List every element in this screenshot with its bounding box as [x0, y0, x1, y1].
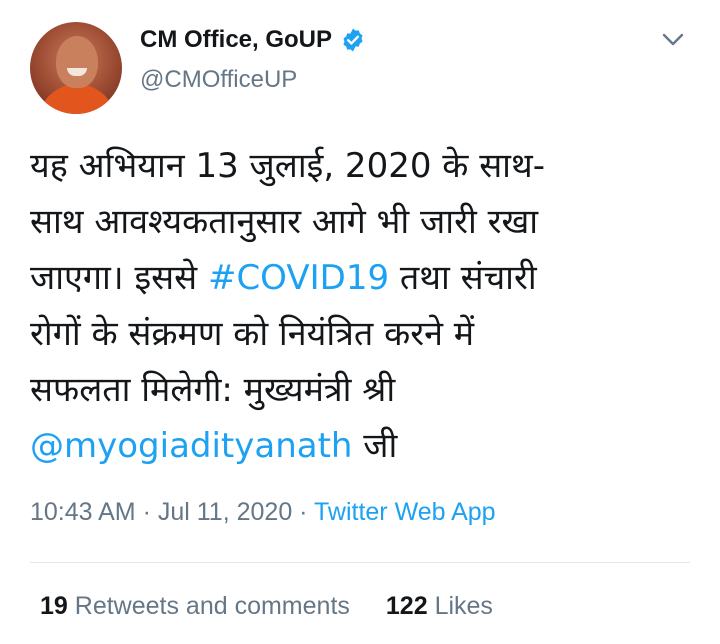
tweet-date[interactable]: Jul 11, 2020: [158, 498, 292, 526]
user-name-row: CM Office, GoUP: [140, 26, 366, 54]
chevron-down-icon[interactable]: [660, 30, 686, 50]
avatar[interactable]: [30, 22, 122, 114]
likes-stat[interactable]: 122 Likes: [386, 592, 493, 621]
mention-link[interactable]: @myogiadityanath: [30, 426, 353, 466]
verified-badge-icon: [340, 27, 366, 53]
tweet-time[interactable]: 10:43 AM: [30, 498, 136, 526]
tweet-text-segment: जी: [352, 426, 398, 466]
retweets-label: Retweets and comments: [74, 592, 350, 620]
retweets-count: 19: [40, 592, 68, 620]
tweet-text-segment: साथ आवश्यकतानुसार आगे भी जारी रखा: [30, 202, 539, 242]
avatar-face: [56, 36, 98, 88]
tweet-text-segment: रोगों के संक्रमण को नियंत्रित करने में: [30, 314, 475, 354]
tweet-line: जाएगा। इससे #COVID19 तथा संचारी: [30, 250, 690, 306]
divider: [30, 562, 690, 563]
meta-separator: ·: [292, 498, 314, 526]
tweet-stats: 19 Retweets and comments 122 Likes: [40, 592, 493, 621]
likes-count: 122: [385, 592, 428, 620]
tweet-text-segment: जाएगा। इससे: [30, 258, 208, 298]
tweet-text-segment: सफलता मिलेगी: मुख्यमंत्री श्री: [30, 370, 396, 410]
tweet-line: यह अभियान 13 जुलाई, 2020 के साथ-: [30, 138, 690, 194]
tweet-line: साथ आवश्यकतानुसार आगे भी जारी रखा: [30, 194, 690, 250]
hashtag-link[interactable]: #COVID19: [208, 258, 389, 298]
display-name[interactable]: CM Office, GoUP: [140, 26, 332, 54]
tweet-text-segment: तथा संचारी: [389, 258, 537, 298]
likes-label: Likes: [434, 592, 493, 620]
tweet-meta: 10:43 AM · Jul 11, 2020 · Twitter Web Ap…: [30, 498, 496, 527]
tweet-source-link[interactable]: Twitter Web App: [314, 498, 496, 526]
tweet-text: यह अभियान 13 जुलाई, 2020 के साथ- साथ आवश…: [30, 138, 690, 474]
tweet-text-segment: यह अभियान 13 जुलाई, 2020 के साथ-: [30, 146, 545, 186]
meta-separator: ·: [135, 498, 158, 526]
avatar-robe: [38, 84, 116, 114]
tweet-line: @myogiadityanath जी: [30, 418, 690, 474]
tweet-line: रोगों के संक्रमण को नियंत्रित करने में: [30, 306, 690, 362]
user-handle[interactable]: @CMOfficeUP: [140, 66, 297, 94]
retweets-stat[interactable]: 19 Retweets and comments: [40, 592, 350, 621]
tweet-line: सफलता मिलेगी: मुख्यमंत्री श्री: [30, 362, 690, 418]
